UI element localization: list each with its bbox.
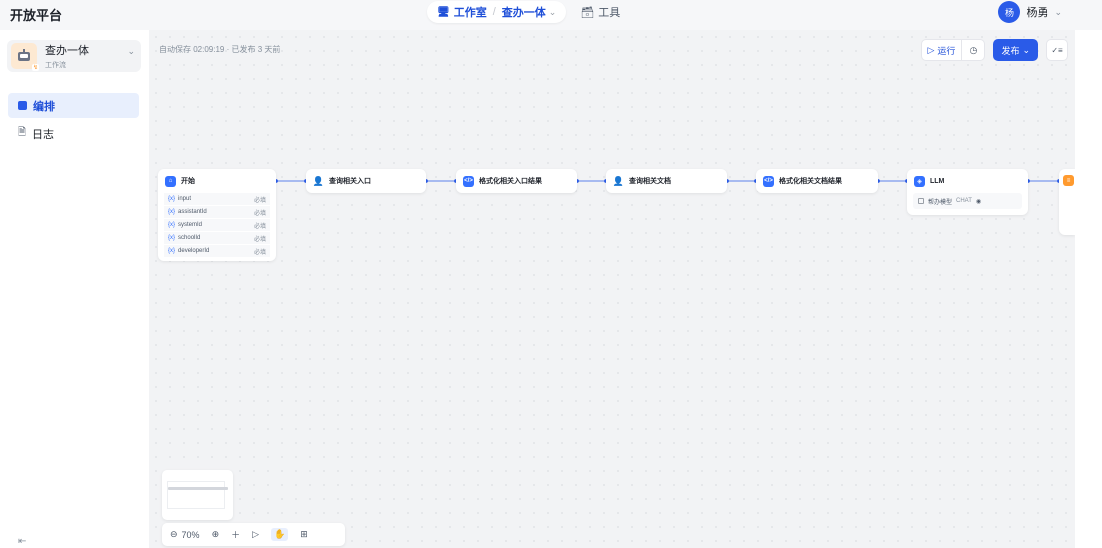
app-switcher[interactable]: ↯ 查办一体 工作流 ⌄ — [7, 40, 141, 72]
node-title: LLM — [930, 177, 945, 185]
sidebar: ↯ 查办一体 工作流 ⌄ 编排 🗎 日志 ⇤ — [0, 30, 149, 548]
breadcrumb-separator: / — [492, 6, 496, 18]
app-name: 查办一体 — [45, 45, 89, 57]
param-row: {x} assistantId 必填 — [164, 206, 270, 219]
workspace-icon: 🖥 — [437, 6, 450, 18]
zoom-in-icon[interactable]: ⊕ — [212, 529, 220, 540]
sidebar-item-logs[interactable]: 🗎 日志 — [8, 121, 139, 146]
node-title: 格式化相关入口结果 — [479, 178, 542, 185]
param-row: {x} schoolId 必填 — [164, 232, 270, 245]
param-row: {x} developerId 必填 — [164, 245, 270, 258]
zoom-toolbar: ⊖ 70% ⊕ ＋ ▷ ✋ ⊞ — [162, 523, 345, 546]
log-file-icon: 🗎 — [18, 127, 27, 138]
person-icon: 👤 — [312, 175, 325, 186]
zoom-level[interactable]: 70% — [182, 530, 200, 540]
sidebar-item-orchestrate[interactable]: 编排 — [8, 93, 139, 118]
model-mode: CHAT — [956, 198, 972, 204]
param-name: assistantId — [178, 209, 207, 215]
collapse-sidebar-icon[interactable]: ⇤ — [18, 536, 26, 547]
llm-icon: ◈ — [914, 175, 925, 187]
home-icon: ⌂ — [165, 175, 176, 187]
node-start[interactable]: ⌂ 开始 {x} input 必填 {x} assistantId 必填 {x} sy… — [158, 169, 276, 261]
organize-icon[interactable]: ⊞ — [300, 529, 308, 540]
zoom-out-icon[interactable]: ⊖ — [170, 529, 178, 540]
node-query-docs[interactable]: 👤 查询相关文档 — [606, 169, 727, 193]
chevron-down-icon[interactable]: ⌄ — [127, 46, 135, 57]
template-icon: ≡ — [1063, 175, 1074, 186]
eye-icon: ◉ — [975, 198, 982, 205]
node-title: 开始 — [181, 178, 195, 185]
param-required: 必填 — [253, 249, 266, 256]
toolbox-icon: 🗃 — [580, 6, 595, 19]
sidebar-item-label: 编排 — [33, 100, 55, 113]
user-name: 杨勇 — [1026, 7, 1049, 19]
chevron-down-icon[interactable]: ⌄ — [1054, 7, 1062, 18]
node-llm[interactable]: ◈ LLM 帮办模型 CHAT ◉ — [907, 169, 1028, 215]
variable-icon: {x} — [168, 248, 176, 254]
param-row: {x} input 必填 — [164, 193, 270, 206]
workflow-badge-icon: ↯ — [31, 64, 39, 71]
param-name: input — [178, 196, 192, 202]
right-edge — [1075, 30, 1102, 548]
sidebar-item-label: 日志 — [32, 128, 55, 141]
tools-label: 工具 — [598, 7, 621, 19]
workflow-canvas[interactable]: 自动保存 02:09:19 · 已发布 3 天前 ▷ 运行 ◷ 发布 ⌄ ✓≡ — [149, 30, 1075, 548]
llm-model-selector[interactable]: 帮办模型 CHAT ◉ — [913, 193, 1022, 209]
minimap[interactable] — [162, 470, 233, 520]
node-format-docs[interactable]: </> 格式化相关文档结果 — [756, 169, 878, 193]
param-name: developerId — [178, 248, 210, 254]
top-bar: 开放平台 🖥 工作室 / 查办一体 ⌄ 🗃 工具 杨 杨勇 ⌄ — [0, 0, 1102, 30]
hand-icon[interactable]: ✋ — [271, 528, 289, 541]
app-robot-icon: ↯ — [11, 43, 39, 71]
minimap-viewport[interactable] — [167, 481, 225, 509]
current-app-link[interactable]: 查办一体 — [502, 4, 546, 20]
workflow-edges — [274, 179, 1061, 183]
avatar[interactable]: 杨 — [998, 1, 1021, 23]
code-icon: </> — [763, 175, 774, 187]
node-title: 查询相关入口 — [329, 178, 371, 185]
variable-icon: {x} — [168, 222, 176, 228]
param-name: schoolId — [178, 235, 201, 241]
node-title: 查询相关文档 — [629, 178, 671, 185]
chevron-down-icon[interactable]: ⌄ — [549, 7, 557, 18]
orchestrate-icon — [18, 101, 27, 110]
pointer-icon[interactable]: ▷ — [252, 529, 259, 540]
model-name: 帮办模型 — [928, 199, 953, 206]
variable-icon: {x} — [168, 196, 176, 202]
workspace-breadcrumb[interactable]: 🖥 工作室 / 查办一体 ⌄ — [427, 1, 567, 23]
code-icon: </> — [463, 175, 474, 187]
minimap-nodes — [168, 487, 228, 490]
node-next-partial[interactable]: ≡ — [1059, 169, 1075, 235]
param-required: 必填 — [253, 210, 266, 217]
workspace-link[interactable]: 工作室 — [454, 4, 487, 20]
tools-nav-item[interactable]: 🗃 工具 — [580, 4, 620, 20]
param-required: 必填 — [253, 236, 266, 243]
top-nav: 🖥 工作室 / 查办一体 ⌄ 🗃 工具 — [427, 1, 620, 23]
app-type: 工作流 — [45, 62, 66, 69]
node-title: 格式化相关文档结果 — [779, 178, 842, 185]
user-menu[interactable]: 杨 杨勇 ⌄ — [998, 1, 1062, 23]
add-node-icon[interactable]: ＋ — [231, 528, 240, 541]
param-row: {x} systemId 必填 — [164, 219, 270, 232]
brand-title: 开放平台 — [10, 8, 63, 23]
node-format-entry[interactable]: </> 格式化相关入口结果 — [456, 169, 577, 193]
person-icon: 👤 — [612, 175, 625, 186]
param-required: 必填 — [253, 197, 266, 204]
param-required: 必填 — [253, 223, 266, 230]
variable-icon: {x} — [168, 209, 176, 215]
variable-icon: {x} — [168, 235, 176, 241]
param-name: systemId — [178, 222, 203, 228]
model-image-icon — [918, 198, 924, 204]
node-query-entry[interactable]: 👤 查询相关入口 — [306, 169, 426, 193]
